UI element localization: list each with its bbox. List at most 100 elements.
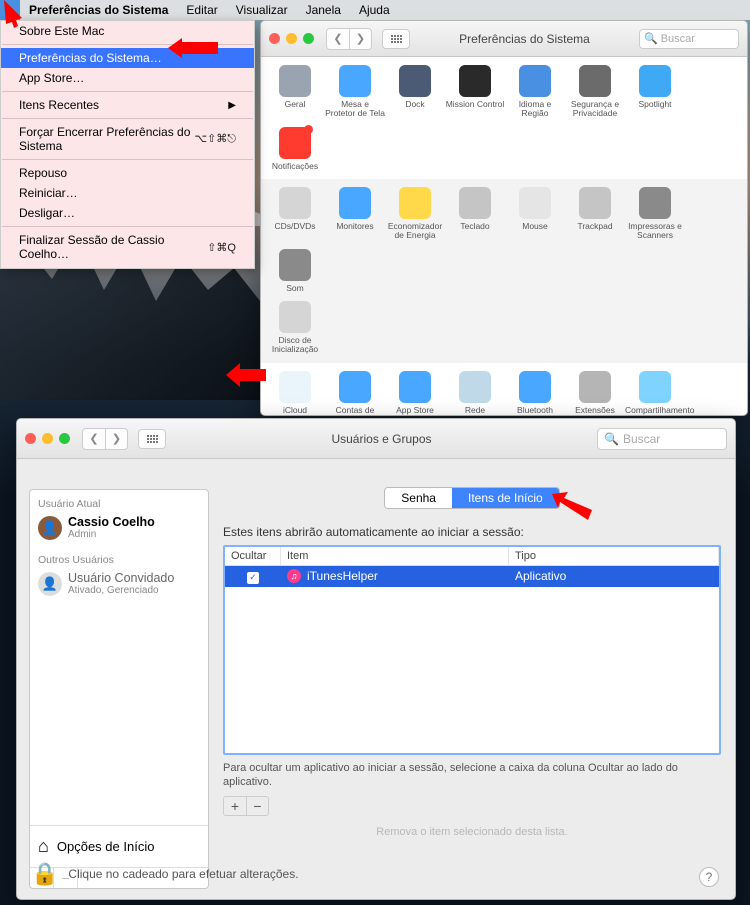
pref-item[interactable]: Mission Control	[445, 63, 505, 125]
item-type: Aplicativo	[509, 566, 719, 586]
pref-item[interactable]: Disco de Inicialização	[265, 299, 325, 361]
table-row[interactable]: ✓ ♫iTunesHelper Aplicativo	[225, 566, 719, 587]
pref-item[interactable]: Notificações	[265, 125, 325, 177]
menu-label: Repouso	[19, 166, 67, 180]
remove-item-button[interactable]: −	[246, 797, 268, 815]
menubar-app[interactable]: Preferências do Sistema	[20, 0, 177, 20]
back-button[interactable]: ❮	[327, 29, 349, 49]
pref-item[interactable]: App Store	[385, 369, 445, 416]
hint-text: Para ocultar um aplicativo ao iniciar a …	[223, 761, 721, 790]
pref-item[interactable]: Rede	[445, 369, 505, 416]
menu-label: App Store…	[19, 71, 84, 85]
pref-label: Mesa e Protetor de Tela	[325, 100, 385, 119]
pref-label: Mouse	[505, 222, 565, 231]
pref-icon	[579, 187, 611, 219]
pref-item[interactable]: Som	[265, 247, 325, 299]
menu-label: Sobre Este Mac	[19, 24, 104, 38]
menu-restart[interactable]: Reiniciar…	[1, 183, 254, 203]
close-button[interactable]	[269, 33, 280, 44]
pref-item[interactable]: Segurança e Privacidade	[565, 63, 625, 125]
pref-icon	[639, 187, 671, 219]
show-all-button[interactable]	[138, 429, 166, 449]
pref-item[interactable]: Monitores	[325, 185, 385, 247]
user-role: Admin	[68, 529, 155, 540]
forward-button[interactable]: ❯	[105, 429, 127, 449]
minimize-button[interactable]	[286, 33, 297, 44]
guest-user-row[interactable]: 👤 Usuário Convidado Ativado, Gerenciado	[30, 570, 208, 602]
current-user-row[interactable]: 👤 Cassio Coelho Admin	[30, 514, 208, 546]
house-icon: ⌂	[38, 836, 49, 857]
zoom-button[interactable]	[59, 433, 70, 444]
pref-item[interactable]: Geral	[265, 63, 325, 125]
pref-item[interactable]: Economizador de Energia	[385, 185, 445, 247]
pref-item[interactable]: Idioma e Região	[505, 63, 565, 125]
add-item-button[interactable]: +	[224, 797, 246, 815]
search-field[interactable]: 🔍Buscar	[597, 428, 727, 450]
annotation-arrow	[226, 363, 266, 387]
lock-text: Clique no cadeado para efetuar alteraçõe…	[68, 867, 298, 881]
menubar-item[interactable]: Ajuda	[350, 0, 399, 20]
search-field[interactable]: 🔍Buscar	[639, 29, 739, 49]
pref-item[interactable]: Teclado	[445, 185, 505, 247]
minimize-button[interactable]	[42, 433, 53, 444]
menu-separator	[2, 159, 253, 160]
pref-item[interactable]: Trackpad	[565, 185, 625, 247]
tab-password[interactable]: Senha	[385, 488, 452, 508]
avatar: 👤	[38, 572, 62, 596]
search-placeholder: Buscar	[661, 33, 695, 45]
zoom-button[interactable]	[303, 33, 314, 44]
pref-item[interactable]: Contas de Internet	[325, 369, 385, 416]
pref-item[interactable]: Extensões	[565, 369, 625, 416]
menubar-item[interactable]: Janela	[297, 0, 350, 20]
pref-icon	[639, 65, 671, 97]
window-title: Preferências do Sistema	[416, 32, 633, 46]
pref-item[interactable]: Mesa e Protetor de Tela	[325, 63, 385, 125]
pref-icon	[639, 371, 671, 403]
close-button[interactable]	[25, 433, 36, 444]
pref-label: Rede	[445, 406, 505, 415]
pref-label: Notificações	[265, 162, 325, 171]
pref-item[interactable]: Mouse	[505, 185, 565, 247]
nav-buttons: ❮ ❯	[82, 428, 128, 450]
pref-item[interactable]: Spotlight	[625, 63, 685, 125]
pref-icon	[519, 187, 551, 219]
menubar-item[interactable]: Editar	[177, 0, 226, 20]
lock-icon[interactable]: 🔒	[31, 861, 58, 887]
menu-shutdown[interactable]: Desligar…	[1, 203, 254, 223]
tab-login-items[interactable]: Itens de Início	[452, 488, 559, 508]
col-type: Tipo	[509, 547, 719, 565]
hide-checkbox-cell[interactable]: ✓	[225, 566, 281, 587]
pref-icon	[399, 371, 431, 403]
pref-item[interactable]: Bluetooth	[505, 369, 565, 416]
search-placeholder: Buscar	[623, 432, 660, 446]
pref-icon	[339, 371, 371, 403]
pref-item[interactable]: CDs/DVDs	[265, 185, 325, 247]
menu-force-quit[interactable]: Forçar Encerrar Preferências do Sistema⌥…	[1, 122, 254, 156]
prefs-row: CDs/DVDsMonitoresEconomizador de Energia…	[261, 179, 747, 363]
menu-separator	[2, 118, 253, 119]
users-sidebar: Usuário Atual 👤 Cassio Coelho Admin Outr…	[29, 489, 209, 889]
show-all-button[interactable]	[382, 29, 410, 49]
menu-app-store[interactable]: App Store…	[1, 68, 254, 88]
pref-item[interactable]: iCloud	[265, 369, 325, 416]
pref-label: Mission Control	[445, 100, 505, 109]
pref-icon	[519, 371, 551, 403]
menu-shortcut: ⇧⌘Q	[207, 241, 236, 254]
pref-item[interactable]: Dock	[385, 63, 445, 125]
menu-logout[interactable]: Finalizar Sessão de Cassio Coelho…⇧⌘Q	[1, 230, 254, 264]
pref-item[interactable]: Compartilhamento	[625, 369, 685, 416]
menu-sleep[interactable]: Repouso	[1, 163, 254, 183]
help-button[interactable]: ?	[699, 867, 719, 887]
pref-label: Teclado	[445, 222, 505, 231]
pref-item[interactable]: Impressoras e Scanners	[625, 185, 685, 247]
login-items-description: Estes itens abrirão automaticamente ao i…	[223, 525, 721, 539]
user-role: Ativado, Gerenciado	[68, 585, 174, 596]
menu-label: Finalizar Sessão de Cassio Coelho…	[19, 233, 207, 261]
add-remove-items: + −	[223, 796, 269, 816]
menu-recent-items[interactable]: Itens Recentes▶	[1, 95, 254, 115]
back-button[interactable]: ❮	[83, 429, 105, 449]
forward-button[interactable]: ❯	[349, 29, 371, 49]
menubar-item[interactable]: Visualizar	[227, 0, 297, 20]
pref-icon	[339, 65, 371, 97]
item-name: iTunesHelper	[307, 569, 378, 583]
